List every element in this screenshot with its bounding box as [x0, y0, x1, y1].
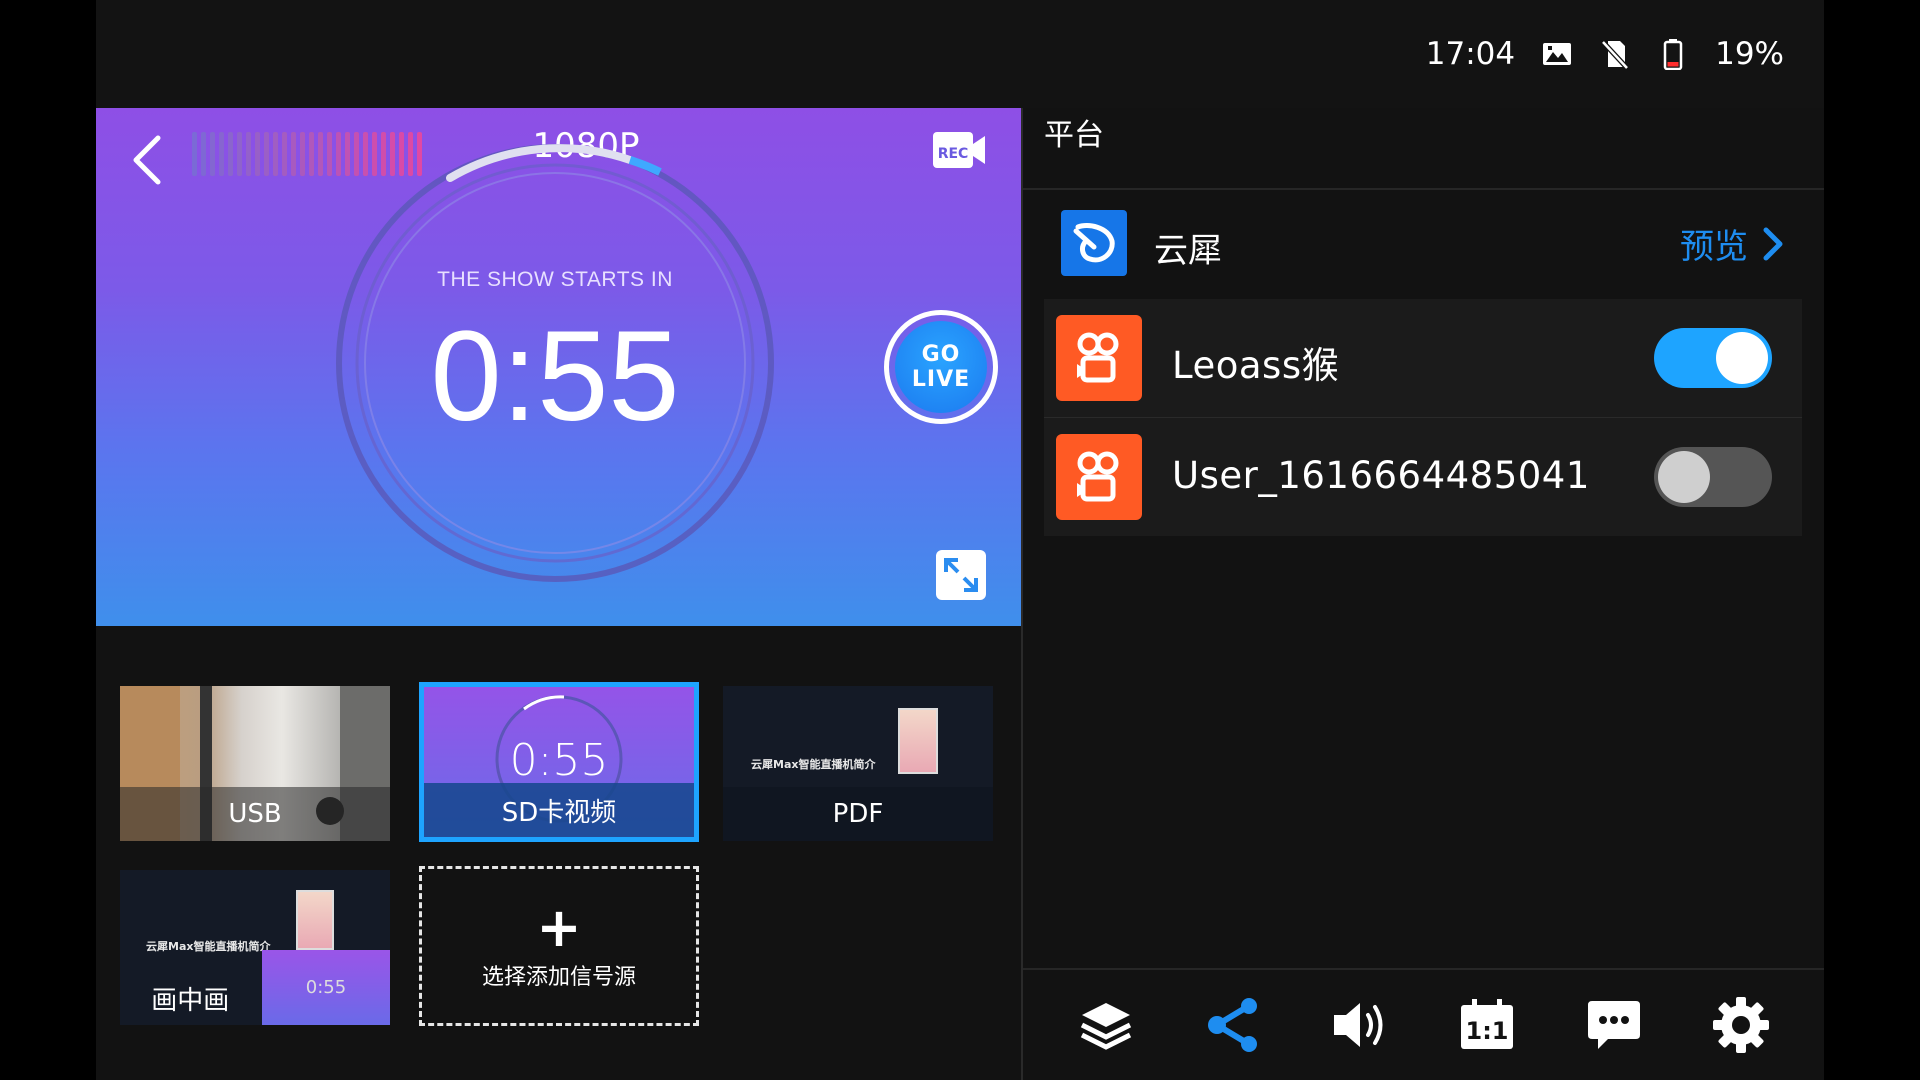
platform-divider [1023, 188, 1824, 190]
back-button[interactable] [124, 130, 172, 190]
audio-meter-bar [309, 132, 314, 176]
source-tile-pdf[interactable]: 云犀Max智能直播机简介 PDF [723, 686, 993, 841]
panel-divider [1021, 108, 1023, 1080]
chevron-right-icon [1763, 227, 1783, 260]
source-label: PDF [723, 787, 993, 841]
aspect-ratio-button[interactable]: 1:1 [1452, 990, 1522, 1060]
sd-thumb-time: 0:55 [509, 735, 609, 786]
battery-percent: 19% [1715, 36, 1784, 72]
chat-button[interactable] [1579, 990, 1649, 1060]
add-source-button[interactable]: + 选择添加信号源 [419, 866, 699, 1026]
settings-icon [1712, 997, 1769, 1053]
kuaishou-icon [1056, 434, 1142, 520]
yunxi-logo-icon [1061, 210, 1127, 276]
account-name: Leoass猴 [1172, 344, 1340, 387]
fullscreen-icon [944, 558, 978, 592]
pip-thumb-text: 云犀Max智能直播机简介 [146, 940, 271, 953]
add-source-label: 选择添加信号源 [481, 965, 636, 990]
source-tile-sd-video[interactable]: 0:55 SD卡视频 [419, 682, 699, 842]
battery-low-icon [1657, 38, 1689, 71]
audio-meter-bar [246, 132, 251, 176]
provider-row: 云犀 预览 [1044, 205, 1804, 285]
source-label: 画中画 [151, 985, 230, 1016]
audio-meter-bar [192, 132, 197, 176]
fullscreen-button[interactable] [936, 550, 986, 600]
audio-meter-bar [273, 132, 278, 176]
app-window: 17:04 19% 1080P REC THE SHOW STARTS IN 0… [96, 0, 1824, 1080]
svg-text:1:1: 1:1 [1465, 1017, 1508, 1045]
device-screen: 17:04 19% 1080P REC THE SHOW STARTS IN 0… [0, 0, 1920, 1080]
share-button[interactable] [1198, 990, 1268, 1060]
chat-icon [1587, 1001, 1640, 1049]
pip-overlay: 0:55 [262, 950, 390, 1025]
account-toggle[interactable] [1654, 447, 1772, 507]
kuaishou-icon [1056, 315, 1142, 401]
audio-meter-bar [282, 132, 287, 176]
source-label: USB [120, 787, 390, 841]
back-icon [133, 135, 161, 185]
audio-meter-bar [219, 132, 224, 176]
bottom-toolbar: 1:1 [1023, 970, 1824, 1080]
record-icon: REC [933, 132, 985, 168]
countdown-caption: THE SHOW STARTS IN [437, 268, 673, 291]
share-icon [1208, 998, 1258, 1052]
audio-meter-bar [300, 132, 305, 176]
pip-thumb-time: 0:55 [305, 977, 347, 998]
plus-icon: + [536, 896, 582, 959]
preview-link[interactable]: 预览 [1680, 219, 1784, 268]
status-time: 17:04 [1425, 36, 1516, 72]
audio-meter-bar [291, 132, 296, 176]
layers-button[interactable] [1071, 990, 1141, 1060]
account-row: User_1616664485041 [1044, 418, 1802, 536]
aspect-ratio-icon: 1:1 [1460, 999, 1513, 1049]
source-tile-usb[interactable]: USB [120, 686, 390, 841]
go-live-label-1: GO [921, 341, 961, 367]
volume-icon [1334, 1003, 1383, 1047]
account-toggle[interactable] [1654, 328, 1772, 388]
toggle-knob [1716, 332, 1768, 384]
svg-text:REC: REC [938, 146, 969, 162]
record-button[interactable]: REC [932, 128, 986, 172]
provider-name: 云犀 [1154, 231, 1222, 271]
layers-icon [1081, 1003, 1132, 1050]
audio-meter-bar [318, 132, 323, 176]
countdown-timer: 0:55 [430, 305, 680, 448]
preview-label: 预览 [1680, 227, 1748, 267]
pdf-thumb-text: 云犀Max智能直播机简介 [751, 758, 876, 771]
platform-title: 平台 [1044, 118, 1104, 153]
live-preview: 1080P REC THE SHOW STARTS IN 0:55 GO LIV… [96, 108, 1021, 626]
go-live-label-2: LIVE [911, 367, 971, 392]
no-sim-icon [1599, 38, 1631, 70]
source-label: SD卡视频 [424, 783, 694, 837]
volume-button[interactable] [1325, 990, 1395, 1060]
source-tile-pip[interactable]: 云犀Max智能直播机简介 0:55 画中画 [120, 870, 390, 1025]
gallery-icon [1541, 38, 1573, 70]
audio-meter-bar [210, 132, 215, 176]
audio-meter-bar [264, 132, 269, 176]
account-row: Leoass猴 [1044, 299, 1802, 417]
pdf-thumb-portrait [898, 708, 938, 774]
audio-meter-bar [255, 132, 260, 176]
go-live-button[interactable]: GO LIVE [884, 310, 998, 424]
account-name: User_1616664485041 [1172, 454, 1590, 497]
audio-meter-bar [201, 132, 206, 176]
settings-button[interactable] [1706, 990, 1776, 1060]
status-bar: 17:04 19% [96, 0, 1824, 108]
audio-meter-bar [228, 132, 233, 176]
toggle-knob [1658, 451, 1710, 503]
audio-meter-bar [237, 132, 242, 176]
pip-thumb-portrait [296, 890, 334, 950]
